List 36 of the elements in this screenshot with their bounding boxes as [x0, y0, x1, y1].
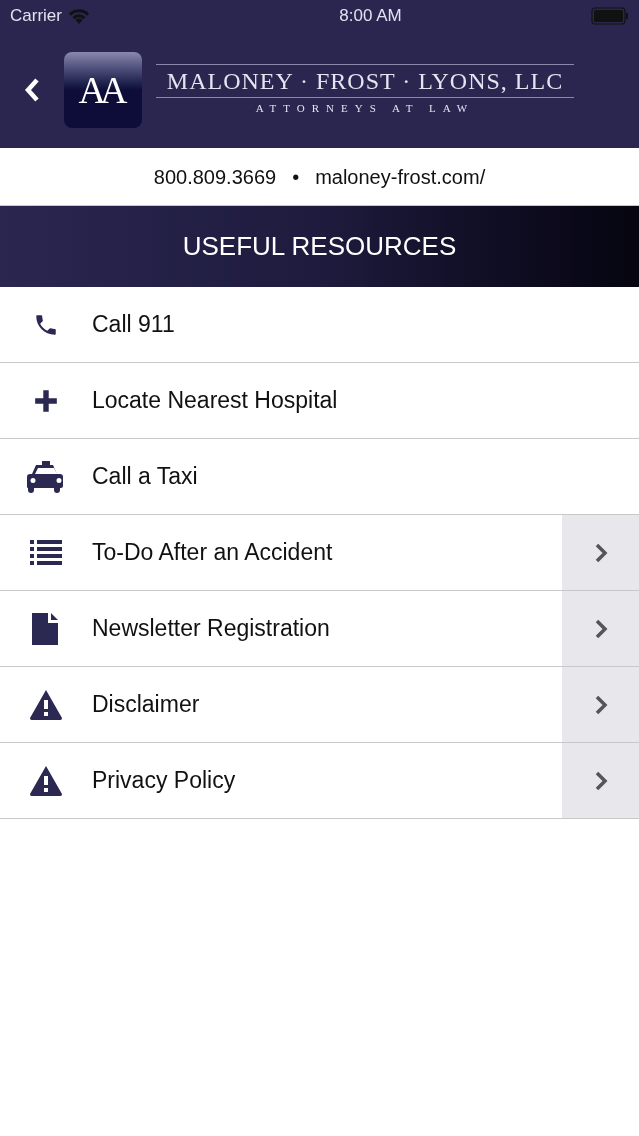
taxi-icon: [27, 460, 65, 493]
item-label: Call 911: [92, 310, 176, 340]
section-title: USEFUL RESOURCES: [182, 230, 457, 263]
menu-item[interactable]: Privacy Policy: [0, 743, 639, 819]
menu-item[interactable]: Call a Taxi: [0, 439, 639, 515]
separator-dot: •: [292, 164, 300, 190]
carrier-label: Carrier: [10, 5, 62, 28]
menu-item[interactable]: Locate Nearest Hospital: [0, 363, 639, 439]
phone-link[interactable]: 800.809.3669: [153, 161, 277, 192]
warning-icon: [30, 689, 62, 720]
wifi-icon: [67, 8, 90, 24]
item-label: Newsletter Registration: [92, 614, 331, 644]
logo-monogram: AA: [78, 71, 123, 109]
item-label: Locate Nearest Hospital: [92, 386, 339, 416]
menu-item[interactable]: Disclaimer: [0, 667, 639, 743]
clock-label: 8:00 AM: [339, 5, 402, 28]
menu-item[interactable]: Newsletter Registration: [0, 591, 639, 667]
battery-icon: [591, 7, 629, 25]
firm-name: MALONEY · FROST · LYONS, LLC: [166, 66, 564, 96]
back-icon: [23, 77, 41, 103]
item-label: To-Do After an Accident: [92, 538, 334, 568]
firm-tagline: ATTORNEYS AT LAW: [255, 100, 475, 116]
menu-item[interactable]: Call 911: [0, 287, 639, 363]
list-icon: [30, 539, 62, 566]
plus-icon: [33, 387, 59, 414]
website-link[interactable]: maloney-frost.com/: [315, 161, 486, 192]
warning-icon: [30, 765, 62, 796]
item-label: Privacy Policy: [92, 766, 237, 796]
chevron-icon: [593, 694, 608, 715]
chevron-icon: [593, 618, 608, 639]
menu-item[interactable]: To-Do After an Accident: [0, 515, 639, 591]
item-label: Disclaimer: [92, 690, 201, 720]
item-label: Call a Taxi: [92, 462, 199, 492]
chevron-icon: [593, 770, 608, 791]
document-icon: [32, 612, 60, 645]
chevron-icon: [593, 542, 608, 563]
